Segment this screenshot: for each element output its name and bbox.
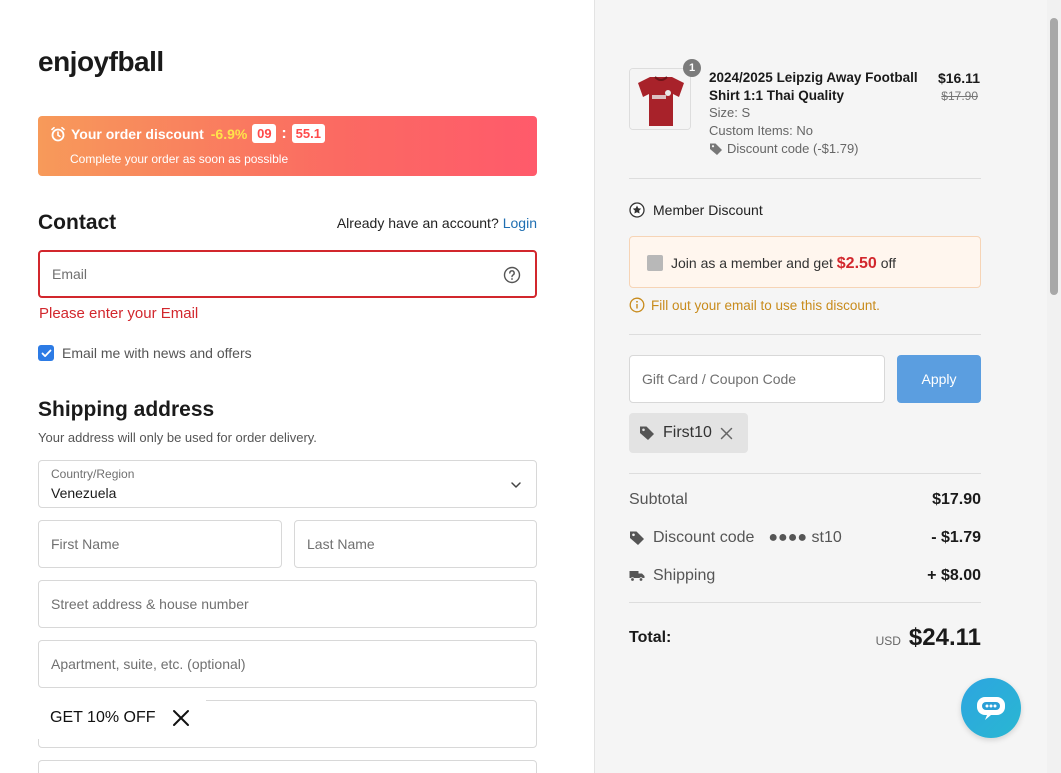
apartment-field[interactable]: Apartment, suite, etc. (optional) [38,640,537,688]
coupon-input[interactable]: Gift Card / Coupon Code [629,355,885,403]
truck-icon [629,571,645,582]
alarm-clock-icon [51,126,65,141]
store-logo[interactable]: enjoyfball [38,46,164,78]
email-field[interactable]: Email [38,250,537,298]
product-thumbnail [629,68,691,130]
shipping-label: Shipping [653,567,716,584]
divider [629,473,981,474]
member-join-checkbox[interactable] [647,255,663,271]
product-custom-items: Custom Items: No [709,123,814,138]
scrollbar-thumb[interactable] [1050,18,1058,295]
shipping-row: Shipping + $8.00 [629,567,981,585]
promo-label[interactable]: GET 10% OFF [50,709,156,727]
shipping-value: + $8.00 [927,567,981,584]
member-offer-box[interactable]: Join as a member and get $2.50 off [629,236,981,288]
countdown-seconds: 55.1 [291,124,325,143]
order-discount-banner: Your order discount -6.9% 09 : 55.1 Comp… [38,116,537,176]
member-discount-label: Member Discount [653,202,763,218]
apartment-placeholder: Apartment, suite, etc. (optional) [51,656,246,672]
first-name-placeholder: First Name [51,536,120,552]
checkmark-icon [41,349,51,357]
discount-percent: -6.9% [210,125,248,142]
shipping-subtitle: Your address will only be used for order… [38,430,317,445]
remove-coupon-icon[interactable] [720,427,733,440]
login-link[interactable]: Login [503,215,537,231]
product-discount: Discount code (-$1.79) [709,141,859,156]
member-offer-prefix: Join as a member and get [671,255,833,271]
discount-code-masked: ●●●● st10 [768,529,842,546]
subtotal-row: Subtotal $17.90 [629,491,981,509]
countdown-separator: : [281,124,287,142]
account-prompt-text: Already have an account? [336,215,499,231]
tag-icon [630,531,644,545]
currency-code: USD [875,634,901,648]
product-name: 2024/2025 Leipzig Away Football Shirt 1:… [709,70,918,103]
chevron-down-icon [511,482,521,488]
discount-title: Your order discount [71,125,204,142]
countdown-minutes: 09 [252,124,277,143]
member-notice: Fill out your email to use this discount… [629,297,880,313]
discount-row: Discount code ●●●● st10 - $1.79 [629,529,981,547]
member-discount-header: Member Discount [629,202,763,218]
discount-value: - $1.79 [931,529,981,546]
promo-popup[interactable]: GET 10% OFF [38,697,206,739]
close-icon[interactable] [172,709,190,727]
total-label: Total: [629,629,672,646]
contact-heading: Contact [38,211,117,234]
member-badge-icon [629,202,645,218]
info-icon [629,297,645,313]
apply-coupon-button[interactable]: Apply [897,355,981,403]
newsletter-label: Email me with news and offers [62,345,252,361]
last-name-placeholder: Last Name [307,536,375,552]
divider [629,178,981,179]
newsletter-checkbox[interactable] [38,345,54,361]
discount-label-group: Discount code ●●●● st10 [629,529,842,547]
shipping-heading: Shipping address [38,398,215,421]
subtotal-value: $17.90 [932,491,981,508]
total-value-group: USD $24.11 [876,624,981,652]
country-value: Venezuela [51,485,117,501]
coupon-placeholder: Gift Card / Coupon Code [642,371,797,387]
product-discount-text: Discount code (-$1.79) [727,141,859,156]
address-field[interactable] [38,760,537,773]
street-placeholder: Street address & house number [51,596,249,612]
country-label: Country/Region [51,467,135,481]
divider [629,334,981,335]
shipping-label-group: Shipping [629,567,715,585]
email-error-message: Please enter your Email [39,305,199,322]
product-price: $16.11 [937,70,980,86]
product-size: Size: S [709,105,751,120]
quantity-badge: 1 [683,59,701,77]
last-name-field[interactable]: Last Name [294,520,537,568]
member-notice-text: Fill out your email to use this discount… [651,297,880,313]
applied-coupon-tag: First10 [629,413,748,453]
discount-subtitle: Complete your order as soon as possible [70,152,289,166]
help-circle-icon[interactable] [503,266,521,284]
first-name-field[interactable]: First Name [38,520,282,568]
product-original-price: $17.90 [941,89,978,103]
subtotal-label: Subtotal [629,491,688,508]
total-row: Total: USD $24.11 [629,624,981,652]
shirt-image [630,69,690,129]
account-prompt: Already have an account? Login [337,215,537,231]
country-select[interactable]: Country/Region Venezuela [38,460,537,508]
member-offer-amount: $2.50 [836,255,877,272]
member-offer-suffix: off [880,255,897,271]
newsletter-option[interactable]: Email me with news and offers [38,345,252,361]
street-address-field[interactable]: Street address & house number [38,580,537,628]
total-amount: $24.11 [908,624,981,651]
chat-bubble-icon [977,697,1005,720]
divider [629,602,981,603]
tag-icon [710,143,722,155]
checkout-form-panel: enjoyfball Your order discount -6.9% 09 … [0,0,594,773]
chat-button[interactable] [961,678,1021,738]
tag-icon [640,426,654,440]
page-scrollbar[interactable] [1047,0,1061,773]
member-offer-text: Join as a member and get $2.50 off [671,255,896,273]
email-placeholder: Email [52,266,88,282]
applied-coupon-code: First10 [663,424,712,441]
discount-label: Discount code [653,529,755,546]
